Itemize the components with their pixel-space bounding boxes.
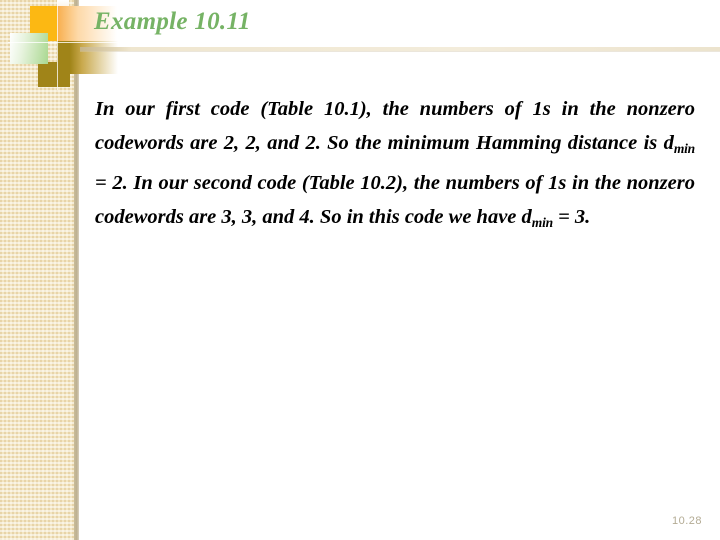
slide-canvas: Example 10.11 In our first code (Table 1… [0, 0, 720, 540]
decor-crosshair-horizontal [8, 42, 120, 43]
title-divider-shadow [80, 51, 720, 52]
body-segment-3: = 3. [552, 205, 591, 228]
slide-title: Example 10.11 [94, 8, 251, 35]
body-segment-1: In our first code (Table 10.1), the numb… [95, 98, 695, 154]
left-band-edge [74, 0, 79, 540]
decor-green-gradient-square [10, 33, 48, 64]
body-segment-2: = 2. In our second code (Table 10.2), th… [95, 171, 695, 228]
body-subscript-2: min [531, 214, 553, 230]
body-subscript-1: min [673, 140, 695, 156]
decor-crosshair-vertical [57, 0, 58, 90]
decor-olive-fade-bar [70, 41, 118, 74]
page-number: 10.28 [671, 515, 702, 527]
decor-olive-square [38, 62, 70, 87]
slide-body-text: In our first code (Table 10.1), the numb… [95, 92, 695, 240]
